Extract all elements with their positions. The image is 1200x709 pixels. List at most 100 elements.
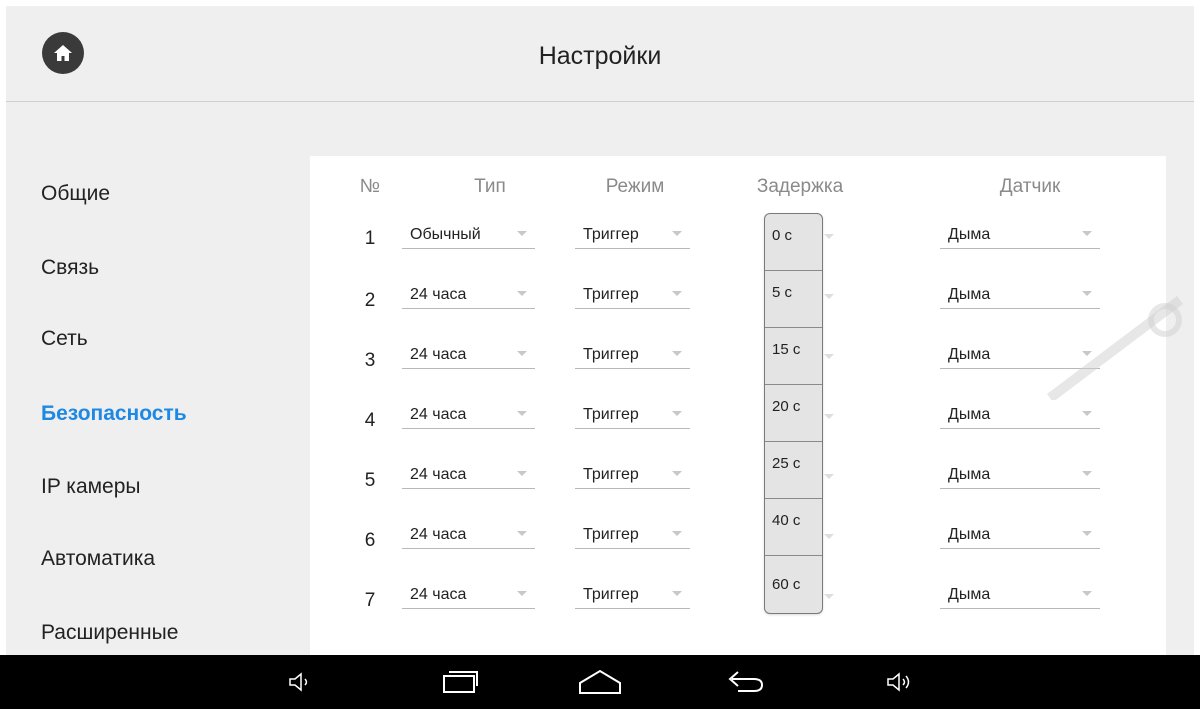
dropdown-arrow-icon bbox=[517, 231, 527, 236]
type-value: 24 часа bbox=[410, 466, 467, 483]
type-value: 24 часа bbox=[410, 526, 467, 543]
dropdown-arrow-icon bbox=[1082, 591, 1092, 596]
mode-value: Триггер bbox=[583, 406, 639, 423]
dropdown-arrow-icon bbox=[1082, 351, 1092, 356]
sidebar-item-automation[interactable]: Автоматика bbox=[41, 547, 155, 571]
type-dropdown[interactable]: 24 часа bbox=[402, 580, 535, 609]
delay-dropdown-arrow-icon bbox=[824, 474, 834, 479]
dropdown-arrow-icon bbox=[517, 411, 527, 416]
sensor-dropdown[interactable]: Дыма bbox=[940, 460, 1100, 489]
dropdown-arrow-icon bbox=[1082, 531, 1092, 536]
row-number: 6 bbox=[364, 530, 376, 551]
delay-option[interactable]: 0 с bbox=[765, 214, 822, 271]
delay-option[interactable]: 20 с bbox=[765, 385, 822, 442]
delay-option[interactable]: 25 с bbox=[765, 442, 822, 499]
delay-option[interactable]: 40 с bbox=[765, 499, 822, 556]
mode-value: Триггер bbox=[583, 526, 639, 543]
column-header-delay: Задержка bbox=[756, 176, 844, 197]
back-icon bbox=[728, 671, 764, 692]
type-dropdown[interactable]: Обычный bbox=[402, 220, 535, 249]
volume-up-icon bbox=[887, 672, 910, 692]
type-dropdown[interactable]: 24 часа bbox=[402, 280, 535, 309]
dropdown-arrow-icon bbox=[672, 291, 682, 296]
dropdown-arrow-icon bbox=[672, 231, 682, 236]
back-button[interactable] bbox=[715, 655, 775, 709]
column-header-mode: Режим bbox=[605, 176, 665, 197]
column-header-number: № bbox=[359, 176, 381, 197]
mode-value: Триггер bbox=[583, 226, 639, 243]
mode-dropdown[interactable]: Триггер bbox=[575, 280, 690, 309]
row-number: 5 bbox=[364, 470, 376, 491]
sidebar-item-communication[interactable]: Связь bbox=[41, 256, 99, 280]
type-value: Обычный bbox=[410, 226, 481, 243]
delay-option[interactable]: 15 с bbox=[765, 328, 822, 385]
delay-dropdown-arrow-icon bbox=[824, 234, 834, 239]
system-nav-bar bbox=[0, 655, 1200, 709]
type-dropdown[interactable]: 24 часа bbox=[402, 400, 535, 429]
home-icon bbox=[54, 45, 72, 61]
sensor-dropdown[interactable]: Дыма bbox=[940, 400, 1100, 429]
dropdown-arrow-icon bbox=[1082, 231, 1092, 236]
volume-down-button[interactable] bbox=[280, 655, 320, 709]
dropdown-arrow-icon bbox=[672, 411, 682, 416]
dropdown-arrow-icon bbox=[517, 531, 527, 536]
sensor-value: Дыма bbox=[948, 406, 991, 423]
sidebar-item-network[interactable]: Сеть bbox=[41, 327, 88, 351]
sensor-dropdown[interactable]: Дыма bbox=[940, 340, 1100, 369]
dropdown-arrow-icon bbox=[1082, 291, 1092, 296]
dropdown-arrow-icon bbox=[517, 291, 527, 296]
delay-dropdown-arrow-icon bbox=[824, 534, 834, 539]
delay-dropdown-arrow-icon bbox=[824, 594, 834, 599]
type-dropdown[interactable]: 24 часа bbox=[402, 340, 535, 369]
sensor-dropdown[interactable]: Дыма bbox=[940, 220, 1100, 249]
sensor-dropdown[interactable]: Дыма bbox=[940, 520, 1100, 549]
sidebar-item-general[interactable]: Общие bbox=[41, 182, 110, 206]
mode-dropdown[interactable]: Триггер bbox=[575, 220, 690, 249]
mode-value: Триггер bbox=[583, 586, 639, 603]
recent-apps-icon bbox=[443, 671, 478, 693]
type-dropdown[interactable]: 24 часа bbox=[402, 460, 535, 489]
mode-dropdown[interactable]: Триггер bbox=[575, 520, 690, 549]
delay-option[interactable]: 60 с bbox=[765, 556, 822, 613]
mode-value: Триггер bbox=[583, 346, 639, 363]
sensor-dropdown[interactable]: Дыма bbox=[940, 280, 1100, 309]
delay-dropdown-menu: 0 с 5 с 15 с 20 с 25 с 40 с 60 с bbox=[764, 213, 823, 614]
type-value: 24 часа bbox=[410, 346, 467, 363]
recent-apps-button[interactable] bbox=[430, 655, 490, 709]
home-nav-button[interactable] bbox=[570, 655, 630, 709]
dropdown-arrow-icon bbox=[1082, 411, 1092, 416]
volume-up-button[interactable] bbox=[880, 655, 920, 709]
mode-dropdown[interactable]: Триггер bbox=[575, 580, 690, 609]
column-header-type: Тип bbox=[474, 176, 506, 197]
type-dropdown[interactable]: 24 часа bbox=[402, 520, 535, 549]
type-value: 24 часа bbox=[410, 586, 467, 603]
delay-dropdown-arrow-icon bbox=[824, 354, 834, 359]
sidebar-item-advanced[interactable]: Расширенные bbox=[41, 621, 178, 645]
sensor-value: Дыма bbox=[948, 286, 991, 303]
mode-dropdown[interactable]: Триггер bbox=[575, 400, 690, 429]
delay-option[interactable]: 5 с bbox=[765, 271, 822, 328]
header: Настройки bbox=[6, 6, 1194, 102]
sidebar-item-security[interactable]: Безопасность bbox=[41, 402, 187, 426]
dropdown-arrow-icon bbox=[517, 471, 527, 476]
dropdown-arrow-icon bbox=[517, 591, 527, 596]
dropdown-arrow-icon bbox=[672, 471, 682, 476]
mode-value: Триггер bbox=[583, 286, 639, 303]
mode-dropdown[interactable]: Триггер bbox=[575, 460, 690, 489]
page-title: Настройки bbox=[538, 42, 662, 70]
security-panel: № Тип Режим Задержка Датчик 1 Обычный Тр… bbox=[310, 156, 1166, 655]
row-number: 2 bbox=[364, 290, 376, 311]
settings-screen: Настройки Общие Связь Сеть Безопасность … bbox=[6, 6, 1194, 655]
home-button[interactable] bbox=[42, 32, 84, 74]
sidebar-item-ip-cameras[interactable]: IP камеры bbox=[41, 475, 141, 499]
sensor-dropdown[interactable]: Дыма bbox=[940, 580, 1100, 609]
mode-dropdown[interactable]: Триггер bbox=[575, 340, 690, 369]
row-number: 1 bbox=[364, 228, 376, 249]
column-header-sensor: Датчик bbox=[999, 176, 1061, 197]
dropdown-arrow-icon bbox=[672, 351, 682, 356]
dropdown-arrow-icon bbox=[517, 351, 527, 356]
row-number: 4 bbox=[364, 410, 376, 431]
delay-dropdown-arrow-icon bbox=[824, 294, 834, 299]
volume-down-icon bbox=[289, 672, 308, 692]
sensor-value: Дыма bbox=[948, 526, 991, 543]
